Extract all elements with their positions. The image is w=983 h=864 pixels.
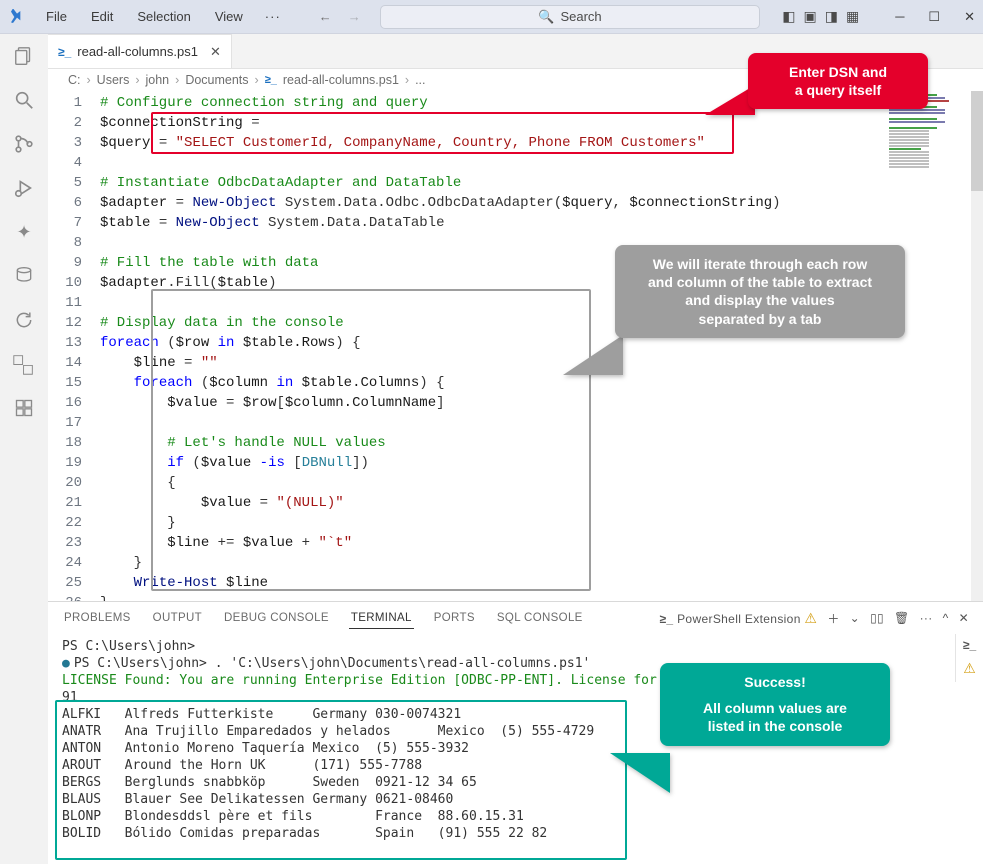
terminal-result-row: BOLID Bólido Comidas preparadas Spain (9… bbox=[62, 825, 969, 842]
panel-tabs: PROBLEMS OUTPUT DEBUG CONSOLE TERMINAL P… bbox=[48, 602, 983, 634]
terminal-result-row: AROUT Around the Horn UK (171) 555-7788 bbox=[62, 757, 969, 774]
warning-icon: ⚠ bbox=[804, 610, 817, 626]
more-icon[interactable]: ··· bbox=[920, 611, 933, 625]
chevron-right-icon: › bbox=[405, 73, 409, 87]
callout-pointer-gray bbox=[563, 335, 623, 375]
powershell-icon: ≥_ bbox=[265, 74, 277, 86]
terminal-result-row: BLAUS Blauer See Delikatessen Germany 06… bbox=[62, 791, 969, 808]
callout-text: separated by a tab bbox=[631, 310, 889, 328]
toggle-secondary-icon[interactable]: ◨ bbox=[825, 8, 838, 25]
menu-overflow-icon[interactable]: ··· bbox=[263, 9, 283, 24]
code-content[interactable]: 1# Configure connection string and query… bbox=[48, 91, 983, 601]
toggle-panel-icon[interactable]: ▣ bbox=[804, 8, 817, 25]
vscode-logo-icon bbox=[8, 8, 26, 26]
maximize-panel-icon[interactable]: ^ bbox=[943, 611, 949, 625]
chevron-right-icon: › bbox=[135, 73, 139, 87]
scrollbar-thumb[interactable] bbox=[971, 91, 983, 191]
bullet-icon: ● bbox=[62, 656, 70, 671]
callout-text: a query itself bbox=[764, 81, 912, 99]
callout-iterate: We will iterate through each row and col… bbox=[615, 245, 905, 338]
extensions-icon[interactable] bbox=[12, 396, 36, 420]
code-editor[interactable]: 1# Configure connection string and query… bbox=[48, 91, 983, 601]
chevron-right-icon: › bbox=[175, 73, 179, 87]
menu-view[interactable]: View bbox=[211, 7, 247, 26]
crumb-file[interactable]: read-all-columns.ps1 bbox=[283, 73, 399, 87]
callout-text: and display the values bbox=[631, 291, 889, 309]
panel-right-controls: ≥_ PowerShell Extension ⚠ ＋ ⌄ ▯▯ 🗑 ··· ^… bbox=[659, 610, 969, 627]
tab-problems[interactable]: PROBLEMS bbox=[62, 612, 133, 624]
sparkle-icon[interactable]: ✦ bbox=[12, 220, 36, 244]
window-controls: ─ ☐ ✕ bbox=[895, 9, 975, 25]
callout-text: listed in the console bbox=[676, 717, 874, 735]
powershell-icon: ≥_ bbox=[659, 612, 673, 626]
activity-bar: ✦ ◇◇ bbox=[0, 34, 48, 864]
callout-success: Success! All column values are listed in… bbox=[660, 663, 890, 746]
new-terminal-icon[interactable]: ＋ bbox=[827, 610, 839, 627]
nav-arrows: ← → bbox=[319, 9, 361, 24]
explorer-icon[interactable] bbox=[12, 44, 36, 68]
close-icon[interactable]: ✕ bbox=[964, 9, 975, 25]
terminal-result-row: BLONP Blondesddsl père et fils France 88… bbox=[62, 808, 969, 825]
nav-back-icon[interactable]: ← bbox=[319, 9, 332, 24]
callout-text: Success! bbox=[676, 673, 874, 691]
terminal-profile[interactable]: ≥_ PowerShell Extension ⚠ bbox=[659, 610, 817, 627]
tab-debug-console[interactable]: DEBUG CONSOLE bbox=[222, 612, 331, 624]
callout-text: All column values are bbox=[676, 699, 874, 717]
layout-controls: ◧ ▣ ◨ ▦ bbox=[782, 8, 859, 25]
crumb-users[interactable]: Users bbox=[97, 73, 130, 87]
callout-text: Enter DSN and bbox=[764, 63, 912, 81]
layout-grid-icon[interactable]: ▦ bbox=[846, 8, 859, 25]
crumb-documents[interactable]: Documents bbox=[185, 73, 248, 87]
tab-ports[interactable]: PORTS bbox=[432, 612, 477, 624]
search-activity-icon[interactable] bbox=[12, 88, 36, 112]
search-box[interactable]: 🔍 Search bbox=[380, 5, 760, 29]
tab-close-icon[interactable]: ✕ bbox=[210, 44, 221, 60]
callout-dsn: Enter DSN and a query itself bbox=[748, 53, 928, 109]
tab-read-all-columns[interactable]: ≥_ read-all-columns.ps1 ✕ bbox=[48, 34, 232, 68]
maximize-icon[interactable]: ☐ bbox=[928, 9, 940, 25]
reload-icon[interactable] bbox=[12, 308, 36, 332]
tab-filename: read-all-columns.ps1 bbox=[77, 44, 198, 59]
trash-icon[interactable]: 🗑 bbox=[894, 611, 910, 625]
menu-selection[interactable]: Selection bbox=[133, 7, 194, 26]
tab-output[interactable]: OUTPUT bbox=[151, 612, 204, 624]
source-control-icon[interactable] bbox=[12, 132, 36, 156]
run-debug-icon[interactable] bbox=[12, 176, 36, 200]
toggle-sidebar-icon[interactable]: ◧ bbox=[782, 8, 795, 25]
powershell-icon: ≥_ bbox=[58, 45, 71, 59]
diamond-icon[interactable]: ◇◇ bbox=[7, 347, 41, 381]
search-icon: 🔍 bbox=[538, 9, 554, 25]
tab-terminal[interactable]: TERMINAL bbox=[349, 612, 414, 629]
callout-text: We will iterate through each row bbox=[631, 255, 889, 273]
minimize-icon[interactable]: ─ bbox=[895, 9, 904, 25]
callout-pointer-teal bbox=[610, 753, 670, 793]
chevron-right-icon: › bbox=[87, 73, 91, 87]
title-bar: File Edit Selection View ··· ← → 🔍 Searc… bbox=[0, 0, 983, 34]
terminal-line: PS C:\Users\john> bbox=[62, 638, 969, 655]
database-icon[interactable] bbox=[12, 264, 36, 288]
crumb-john[interactable]: john bbox=[146, 73, 170, 87]
chevron-down-icon[interactable]: ⌄ bbox=[850, 611, 860, 625]
chevron-right-icon: › bbox=[255, 73, 259, 87]
close-panel-icon[interactable]: ✕ bbox=[959, 611, 969, 625]
crumb-c[interactable]: C: bbox=[68, 73, 81, 87]
tab-sql-console[interactable]: SQL CONSOLE bbox=[495, 612, 585, 624]
menu-file[interactable]: File bbox=[42, 7, 71, 26]
menu-edit[interactable]: Edit bbox=[87, 7, 117, 26]
split-terminal-icon[interactable]: ▯▯ bbox=[870, 611, 884, 625]
search-placeholder: Search bbox=[560, 9, 601, 24]
editor-scrollbar[interactable] bbox=[971, 91, 983, 601]
crumb-dots[interactable]: ... bbox=[415, 73, 425, 87]
terminal-result-row: BERGS Berglunds snabbköp Sweden 0921-12 … bbox=[62, 774, 969, 791]
callout-text: and column of the table to extract bbox=[631, 273, 889, 291]
nav-forward-icon[interactable]: → bbox=[348, 9, 361, 24]
